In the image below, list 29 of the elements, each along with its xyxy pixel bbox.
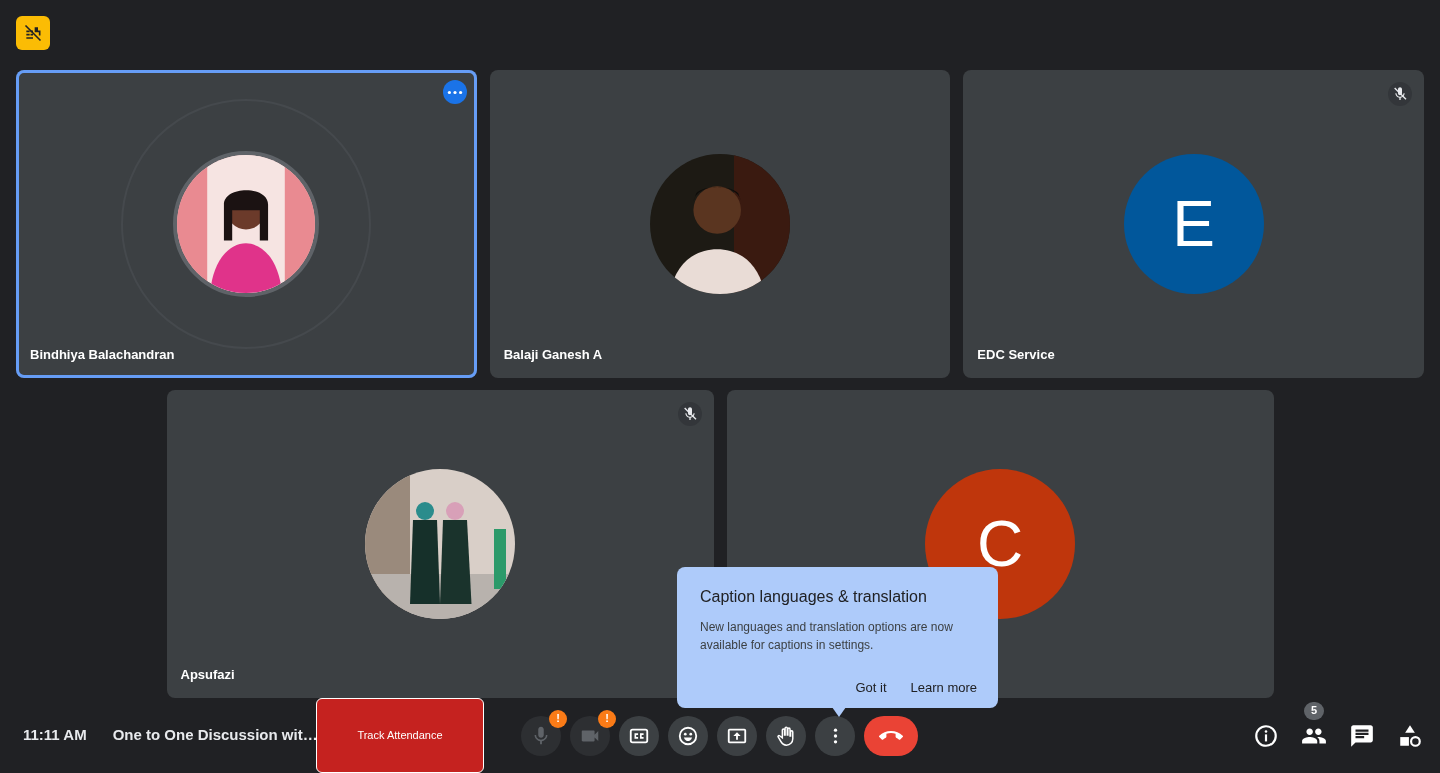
hand-button[interactable] <box>766 715 806 756</box>
more-button[interactable] <box>815 715 855 756</box>
participant-name: EDC Service <box>977 345 1055 364</box>
hand-icon <box>775 724 797 747</box>
more-options-button[interactable] <box>442 80 467 104</box>
captions-button[interactable] <box>619 715 659 756</box>
count-badge: 5 <box>1304 701 1324 720</box>
track-attendance-button[interactable]: Track Attendance <box>316 698 484 773</box>
participant-name: Balaji Ganesh A <box>503 345 603 364</box>
tooltip-title: Caption languages & translation <box>700 587 928 607</box>
emoji-button[interactable] <box>668 715 708 756</box>
tooltip-text: New languages and translation options are now available for captions in settings. <box>700 619 954 654</box>
more-icon <box>832 726 838 745</box>
tooltip-action[interactable]: Learn more <box>904 674 983 702</box>
more-icon <box>446 89 463 95</box>
alert-badge: ! <box>549 709 567 728</box>
emoji-icon <box>677 724 699 747</box>
chat-icon <box>1349 722 1375 749</box>
present-button[interactable] <box>717 715 757 756</box>
meeting-time: 11:11 AM <box>23 725 87 746</box>
tooltip-action[interactable]: Got it <box>849 674 893 702</box>
participant-name: Bindhiya Balachandran <box>30 345 175 364</box>
grid-slash-icon <box>23 23 43 43</box>
info-icon <box>1253 722 1279 749</box>
participant-name: Apsufazi <box>180 665 235 684</box>
phone-button[interactable] <box>864 715 918 756</box>
avatar: E <box>1123 154 1264 294</box>
meeting-title: One to One Discussion wit… <box>112 725 318 746</box>
alert-badge: ! <box>598 709 616 728</box>
